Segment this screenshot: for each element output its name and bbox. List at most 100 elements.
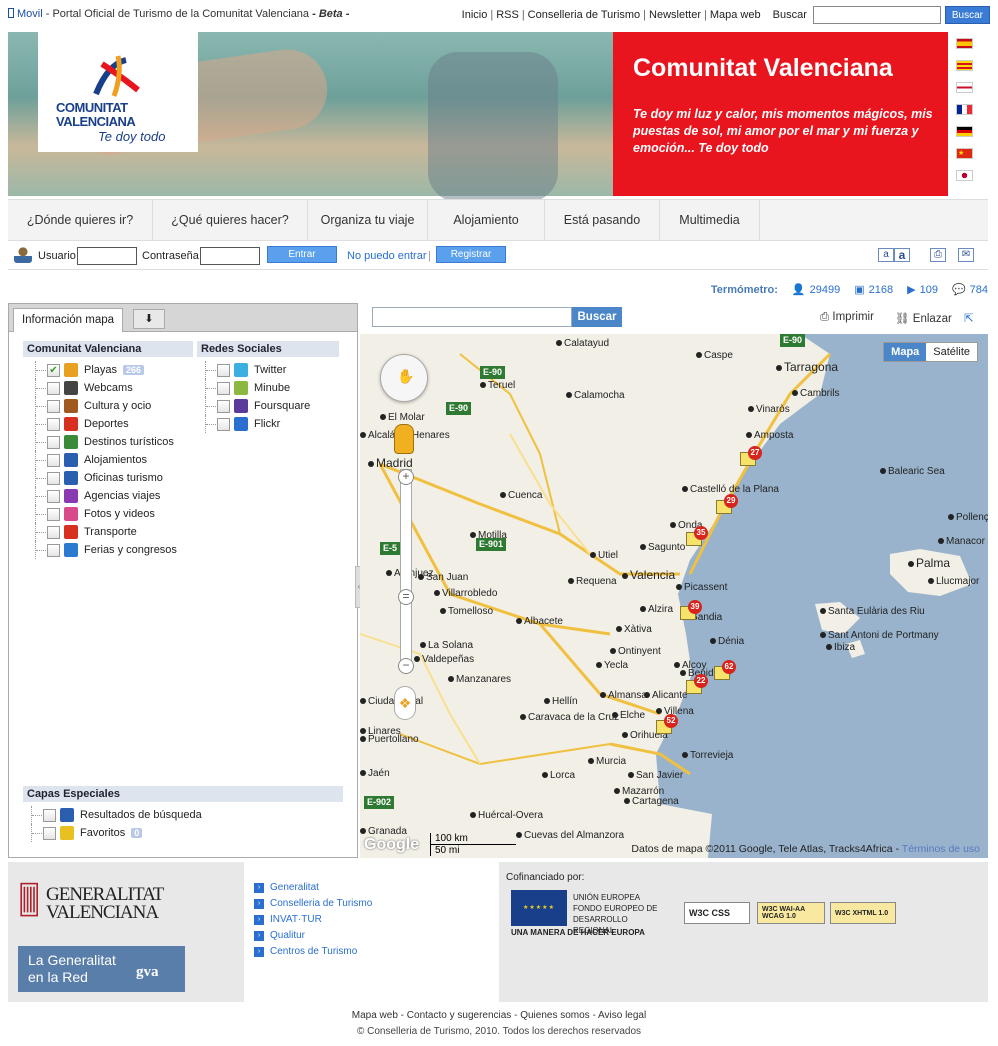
mobile-icon[interactable] xyxy=(8,8,14,18)
link-map-button[interactable]: ⛓ Enlazar xyxy=(895,311,952,325)
panel.cv_layers-layer[interactable]: Oficinas turismo xyxy=(35,469,163,487)
generalitat-red-banner[interactable]: La Generalitat en la Red gva xyxy=(18,946,185,992)
zoom-handle[interactable]: = xyxy=(398,589,414,605)
layer-checkbox[interactable] xyxy=(47,435,60,449)
tab-map-info[interactable]: Información mapa xyxy=(13,308,123,332)
footer-link[interactable]: › Qualitur xyxy=(254,930,305,941)
nav-alojamiento[interactable]: Alojamiento xyxy=(428,200,545,240)
region-view-icon[interactable]: ❖ xyxy=(394,686,416,720)
zoom-slider[interactable] xyxy=(400,469,412,669)
top-link-inicio[interactable]: Inicio xyxy=(462,9,488,21)
nav-esta-pasando[interactable]: Está pasando xyxy=(545,200,660,240)
footer-link[interactable]: › INVAT·TUR xyxy=(254,914,322,925)
bottom-link-aviso[interactable]: Aviso legal xyxy=(598,1010,646,1021)
panel.cv_layers-layer[interactable]: Transporte xyxy=(35,523,137,541)
map-terms-link[interactable]: Términos de uso xyxy=(902,843,980,855)
map-type-satellite[interactable]: Satélite xyxy=(926,343,977,361)
zoom-out-button[interactable]: − xyxy=(398,658,414,674)
beach-cluster-marker[interactable]: 22 xyxy=(686,674,708,694)
cv-logo[interactable]: COMUNITAT VALENCIANA Te doy todo xyxy=(38,32,198,152)
site-search-input[interactable] xyxy=(812,6,941,24)
register-button[interactable]: Registrar xyxy=(436,246,506,263)
nav-que-hacer[interactable]: ¿Qué quieres hacer? xyxy=(153,200,308,240)
nav-multimedia[interactable]: Multimedia xyxy=(660,200,760,240)
panel.cv_layers-layer[interactable]: ✔ Playas 266 xyxy=(35,361,145,379)
flag-uk-icon[interactable] xyxy=(956,82,973,93)
email-icon[interactable]: ✉ xyxy=(958,248,974,262)
nav-organiza-viaje[interactable]: Organiza tu viaje xyxy=(308,200,428,240)
layer-checkbox[interactable] xyxy=(47,417,60,431)
beach-cluster-marker[interactable]: 39 xyxy=(680,600,702,620)
pegman-icon[interactable] xyxy=(394,424,414,454)
layer-checkbox[interactable] xyxy=(47,489,60,503)
panel.cv_layers-layer[interactable]: Ferias y congresos xyxy=(35,541,177,559)
print-map-button[interactable]: ⎙ Imprimir xyxy=(820,311,874,324)
panel.cv_layers-layer[interactable]: Agencias viajes xyxy=(35,487,160,505)
layer-checkbox[interactable] xyxy=(47,381,60,395)
site-search-button[interactable]: Buscar xyxy=(944,6,990,24)
font-large-button[interactable]: a xyxy=(894,248,910,262)
layer-checkbox[interactable] xyxy=(47,453,60,467)
footer-link[interactable]: › Centros de Turismo xyxy=(254,946,357,957)
print-icon[interactable]: ⎙ xyxy=(930,248,946,262)
zoom-in-button[interactable]: + xyxy=(398,469,414,485)
panel.social_layers-layer[interactable]: Twitter xyxy=(205,361,286,379)
mobile-link[interactable]: Movil xyxy=(17,8,43,20)
bottom-link-quienes[interactable]: Quienes somos xyxy=(520,1010,589,1021)
login-button[interactable]: Entrar xyxy=(267,246,337,263)
bottom-link-contacto[interactable]: Contacto y sugerencias xyxy=(407,1010,512,1021)
pan-control[interactable]: ✋ xyxy=(380,354,428,402)
google-map[interactable]: TarragonaMadridAlcalá de HenaresCuencaCa… xyxy=(360,334,988,858)
layer-checkbox[interactable]: ✔ xyxy=(47,363,60,377)
panel.social_layers-layer[interactable]: Flickr xyxy=(205,415,280,433)
flag-germany-icon[interactable] xyxy=(956,126,973,137)
panel.cv_layers-layer[interactable]: Webcams xyxy=(35,379,133,397)
beach-cluster-marker[interactable]: 27 xyxy=(740,446,762,466)
expand-map-icon[interactable]: ⇱ xyxy=(964,311,974,325)
beach-cluster-marker[interactable]: 29 xyxy=(716,494,738,514)
panel.cv_layers-layer[interactable]: Deportes xyxy=(35,415,129,433)
layer-checkbox[interactable] xyxy=(47,399,60,413)
panel.social_layers-layer[interactable]: Minube xyxy=(205,379,290,397)
eu-logo[interactable]: ★★★★★ UNIÓN EUROPEA FONDO EUROPEO DE DES… xyxy=(511,890,661,937)
footer-link[interactable]: › Generalitat xyxy=(254,882,319,893)
password-field[interactable] xyxy=(200,247,260,265)
layer-checkbox[interactable] xyxy=(47,471,60,485)
layer-checkbox[interactable] xyxy=(47,543,60,557)
tab-download[interactable]: ⬇ xyxy=(133,309,165,329)
layer-checkbox[interactable] xyxy=(43,808,56,822)
layer-checkbox[interactable] xyxy=(217,417,230,431)
layer-checkbox[interactable] xyxy=(217,363,230,377)
layer-checkbox[interactable] xyxy=(217,399,230,413)
flag-china-icon[interactable]: ★ xyxy=(956,148,973,159)
top-link-newsletter[interactable]: Newsletter xyxy=(649,9,701,21)
map-search-button[interactable]: Buscar xyxy=(572,307,622,327)
top-link-mapa-web[interactable]: Mapa web xyxy=(710,9,761,21)
w3c-xhtml-badge[interactable]: W3C XHTML 1.0 xyxy=(830,902,896,924)
panel.cv_layers-layer[interactable]: Destinos turísticos xyxy=(35,433,174,451)
w3c-wai-badge[interactable]: W3C WAI-AA WCAG 1.0 xyxy=(757,902,825,924)
panel.cv_layers-layer[interactable]: Alojamientos xyxy=(35,451,147,469)
panel.cv_layers-layer[interactable]: Cultura y ocio xyxy=(35,397,151,415)
google-logo[interactable]: Google xyxy=(364,836,419,854)
map-type-map[interactable]: Mapa xyxy=(884,343,927,361)
panel.social_layers-layer[interactable]: Foursquare xyxy=(205,397,310,415)
flag-japan-icon[interactable] xyxy=(956,170,973,181)
flag-france-icon[interactable] xyxy=(956,104,973,115)
username-field[interactable] xyxy=(77,247,137,265)
top-link-conselleria[interactable]: Conselleria de Turismo xyxy=(528,9,641,21)
beach-cluster-marker[interactable]: 62 xyxy=(714,660,736,680)
panel.cv_layers-layer[interactable]: Fotos y videos xyxy=(35,505,155,523)
panel.special_layers-layer[interactable]: Favoritos 0 xyxy=(31,824,143,842)
layer-checkbox[interactable] xyxy=(43,826,56,840)
cant-login-link[interactable]: No puedo entrar xyxy=(347,250,427,262)
w3c-css-badge[interactable]: W3C CSS xyxy=(684,902,750,924)
flag-spain-icon[interactable] xyxy=(956,38,973,49)
map-search-input[interactable] xyxy=(372,307,572,327)
layer-checkbox[interactable] xyxy=(47,525,60,539)
layer-checkbox[interactable] xyxy=(47,507,60,521)
beach-cluster-marker[interactable]: 35 xyxy=(686,526,708,546)
flag-valencian-icon[interactable] xyxy=(956,60,973,71)
nav-donde-ir[interactable]: ¿Dónde quieres ir? xyxy=(8,200,153,240)
footer-link[interactable]: › Conselleria de Turismo xyxy=(254,898,372,909)
